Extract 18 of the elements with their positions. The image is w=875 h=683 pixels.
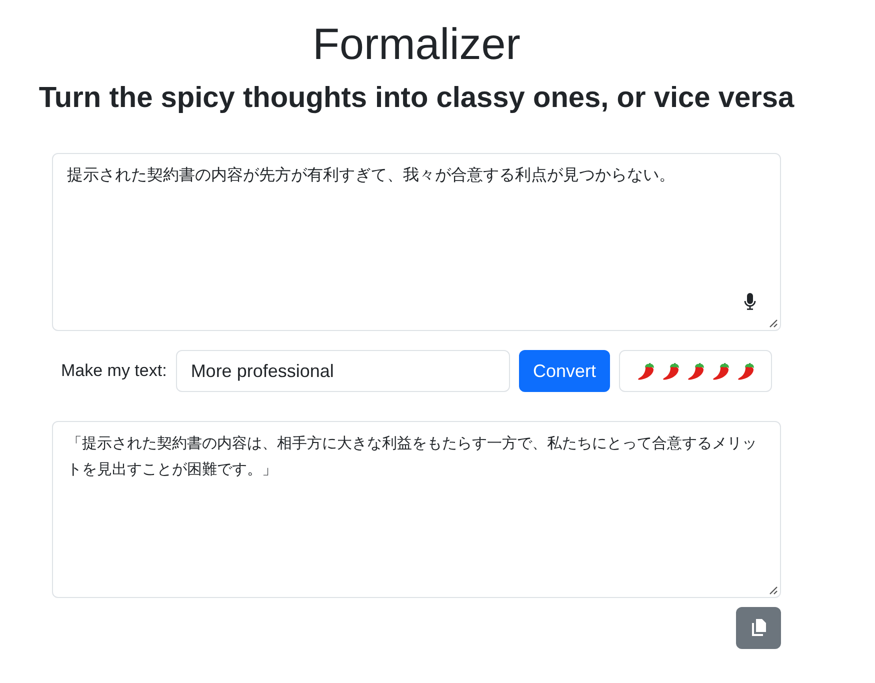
chili-pepper-icon bbox=[662, 362, 678, 380]
app-title: Formalizer bbox=[312, 19, 520, 71]
spice-button[interactable] bbox=[619, 350, 772, 392]
convert-button[interactable]: Convert bbox=[518, 350, 610, 392]
tone-input-field[interactable]: More professional bbox=[176, 350, 510, 392]
chili-pepper-icon bbox=[738, 362, 754, 380]
make-my-text-label: Make my text: bbox=[61, 360, 167, 382]
app-subtitle: Turn the spicy thoughts into classy ones, or vice versa bbox=[38, 81, 794, 115]
chili-pepper-icon bbox=[638, 362, 654, 380]
microphone-icon[interactable] bbox=[744, 293, 756, 310]
copy-icon bbox=[750, 619, 766, 637]
copy-button[interactable] bbox=[736, 607, 781, 649]
resize-grip-icon[interactable] bbox=[769, 586, 778, 595]
resize-grip-icon[interactable] bbox=[769, 319, 778, 328]
source-text-field[interactable]: 提示された契約書の内容が先方が有利すぎて、我々が合意する利点が見つからない。 bbox=[52, 153, 781, 331]
chili-pepper-icon bbox=[712, 362, 728, 380]
result-text-field[interactable]: 「提示された契約書の内容は、相手方に大きな利益をもたらす一方で、私たちにとって合意するメリットを見出すことが困難です。」 bbox=[52, 421, 781, 598]
chili-pepper-icon bbox=[688, 362, 704, 380]
